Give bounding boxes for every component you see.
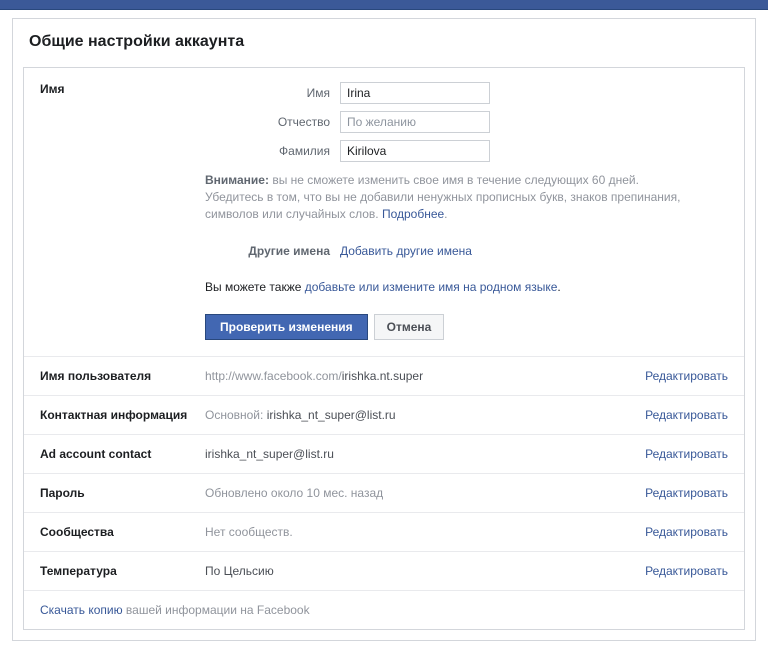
warning-bold: Внимание: [205, 173, 269, 187]
last-name-input[interactable] [340, 140, 490, 162]
download-suffix: вашей информации на Facebook [123, 603, 310, 617]
contact-label: Контактная информация [40, 408, 205, 422]
username-label: Имя пользователя [40, 369, 205, 383]
adcontact-label: Ad account contact [40, 447, 205, 461]
page-title: Общие настройки аккаунта [13, 19, 755, 67]
password-value: Обновлено около 10 мес. назад [205, 486, 645, 500]
adcontact-value: irishka_nt_super@list.ru [205, 447, 645, 461]
temperature-label: Температура [40, 564, 205, 578]
row-temperature: Температура По Цельсию Редактировать [24, 552, 744, 591]
contact-edit-link[interactable]: Редактировать [645, 408, 728, 422]
password-edit-link[interactable]: Редактировать [645, 486, 728, 500]
download-row: Скачать копию вашей информации на Facebo… [24, 591, 744, 629]
networks-label: Сообщества [40, 525, 205, 539]
temperature-edit-link[interactable]: Редактировать [645, 564, 728, 578]
native-language-row: Вы можете также добавьте или измените им… [205, 280, 728, 294]
page-container: Общие настройки аккаунта Имя Имя Отчеств… [12, 18, 756, 641]
first-name-label: Имя [205, 86, 340, 100]
row-password: Пароль Обновлено около 10 мес. назад Ред… [24, 474, 744, 513]
name-heading: Имя [40, 82, 205, 340]
middle-name-label: Отчество [205, 115, 340, 129]
other-names-label: Другие имена [205, 244, 340, 258]
last-name-label: Фамилия [205, 144, 340, 158]
row-contact: Контактная информация Основной: irishka_… [24, 396, 744, 435]
adcontact-edit-link[interactable]: Редактировать [645, 447, 728, 461]
networks-value: Нет сообществ. [205, 525, 645, 539]
first-name-input[interactable] [340, 82, 490, 104]
native-prefix: Вы можете также [205, 280, 305, 294]
cancel-button[interactable]: Отмена [374, 314, 445, 340]
password-label: Пароль [40, 486, 205, 500]
row-adcontact: Ad account contact irishka_nt_super@list… [24, 435, 744, 474]
native-language-link[interactable]: добавьте или измените имя на родном язык… [305, 280, 558, 294]
top-bar [0, 0, 768, 10]
add-other-names-link[interactable]: Добавить другие имена [340, 244, 472, 258]
row-username: Имя пользователя http://www.facebook.com… [24, 357, 744, 396]
networks-edit-link[interactable]: Редактировать [645, 525, 728, 539]
review-changes-button[interactable]: Проверить изменения [205, 314, 368, 340]
learn-more-link[interactable]: Подробнее [382, 207, 444, 221]
row-networks: Сообщества Нет сообществ. Редактировать [24, 513, 744, 552]
contact-value: Основной: irishka_nt_super@list.ru [205, 408, 645, 422]
name-section: Имя Имя Отчество Фамилия В [24, 68, 744, 357]
username-edit-link[interactable]: Редактировать [645, 369, 728, 383]
temperature-value: По Цельсию [205, 564, 645, 578]
middle-name-input[interactable] [340, 111, 490, 133]
settings-panel: Имя Имя Отчество Фамилия В [23, 67, 745, 630]
name-warning: Внимание: вы не сможете изменить свое им… [205, 172, 728, 222]
username-value: http://www.facebook.com/irishka.nt.super [205, 369, 645, 383]
download-copy-link[interactable]: Скачать копию [40, 603, 123, 617]
